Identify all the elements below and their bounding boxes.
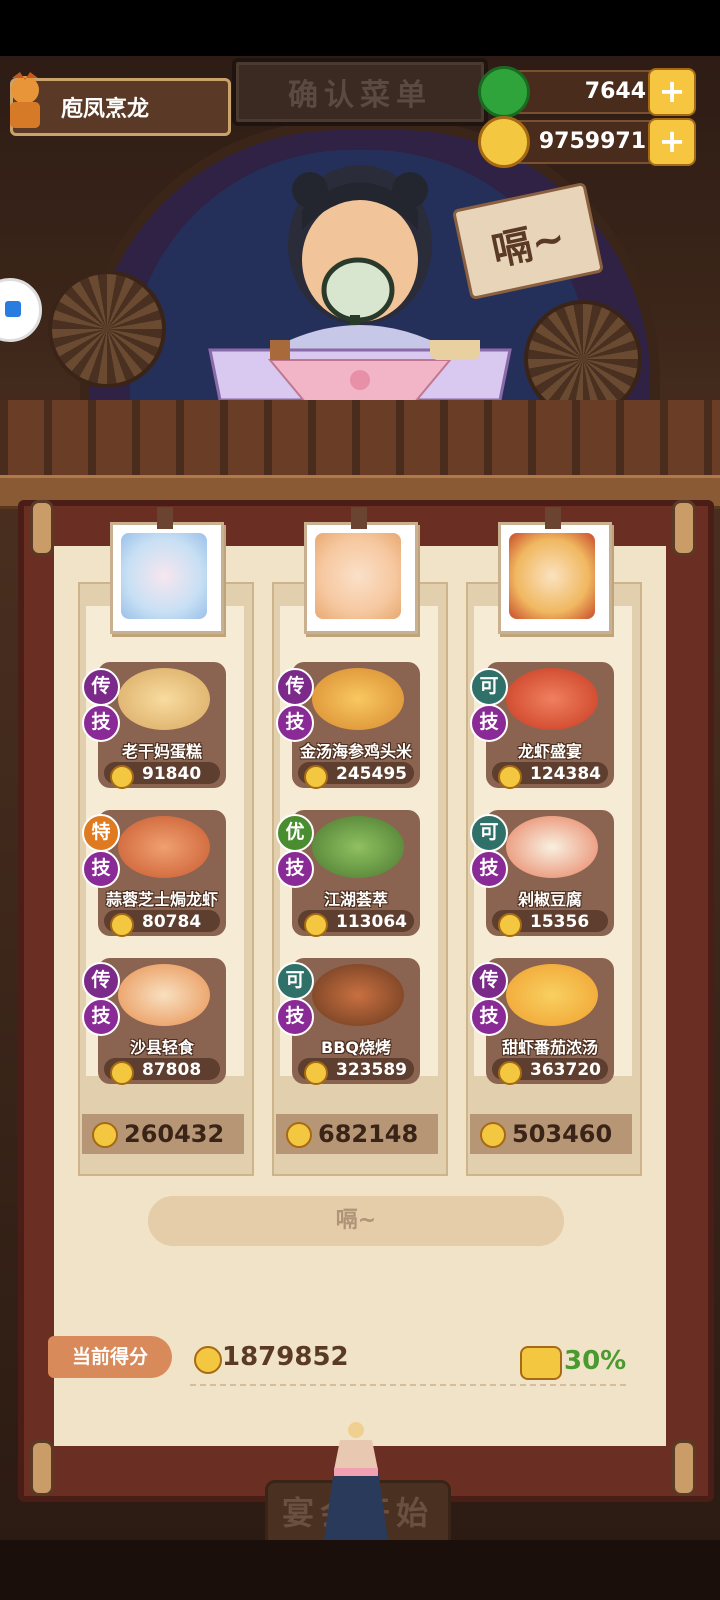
jade-counter: 7644 + bbox=[478, 66, 696, 118]
current-score-value: 1879852 bbox=[222, 1342, 349, 1372]
coin-icon bbox=[498, 765, 522, 789]
divider bbox=[190, 1384, 626, 1386]
skill-badge: 技 bbox=[470, 850, 508, 888]
grade-badge: 特 bbox=[82, 814, 120, 852]
dish-image bbox=[312, 816, 404, 878]
fan-decoration-left bbox=[48, 270, 166, 388]
skill-badge: 技 bbox=[470, 704, 508, 742]
skill-badge: 技 bbox=[82, 704, 120, 742]
coin-counter: 9759971 + bbox=[478, 116, 696, 168]
grade-badge: 可 bbox=[276, 962, 314, 1000]
coin-icon bbox=[110, 765, 134, 789]
grade-badge: 传 bbox=[470, 962, 508, 1000]
skill-badge: 技 bbox=[276, 998, 314, 1036]
player-name: 庖凤烹龙 bbox=[61, 97, 150, 122]
coin-icon bbox=[110, 913, 134, 937]
dish-image bbox=[118, 816, 210, 878]
scroll-pin bbox=[30, 500, 54, 556]
scroll-pin bbox=[672, 500, 696, 556]
chef-face bbox=[121, 533, 207, 619]
coin-icon bbox=[304, 765, 328, 789]
menu-icon bbox=[5, 301, 21, 317]
coin-icon bbox=[286, 1122, 312, 1148]
skill-badge: 技 bbox=[82, 998, 120, 1036]
grade-badge: 可 bbox=[470, 814, 508, 852]
side-menu-button[interactable] bbox=[0, 278, 42, 342]
column-total: 260432 bbox=[82, 1114, 244, 1154]
dish-image bbox=[506, 964, 598, 1026]
dish-image bbox=[312, 964, 404, 1026]
scroll-pin bbox=[672, 1440, 696, 1496]
coin-icon bbox=[92, 1122, 118, 1148]
chef-face bbox=[509, 533, 595, 619]
banquet-scene: 确认菜单 嗝~ 庖凤烹龙 7644 + 9759971 + 老干妈蛋糕 9184… bbox=[0, 0, 720, 1600]
menu-confirm-sign: 确认菜单 bbox=[232, 58, 488, 126]
scroll-pin bbox=[30, 1440, 54, 1496]
add-jade-button[interactable]: + bbox=[648, 68, 696, 116]
chef-portrait-3[interactable] bbox=[498, 507, 612, 634]
player-avatar-icon[interactable] bbox=[0, 70, 50, 132]
dish-image bbox=[118, 964, 210, 1026]
chef-portrait-2[interactable] bbox=[304, 507, 418, 634]
column-total: 682148 bbox=[276, 1114, 438, 1154]
coin-icon bbox=[194, 1346, 222, 1374]
grade-badge: 传 bbox=[82, 668, 120, 706]
dish-image bbox=[506, 668, 598, 730]
skill-badge: 技 bbox=[276, 850, 314, 888]
status-bar bbox=[0, 0, 720, 56]
current-score-label: 当前得分 bbox=[48, 1336, 172, 1378]
skill-badge: 技 bbox=[82, 850, 120, 888]
coin-icon bbox=[498, 913, 522, 937]
grade-badge: 传 bbox=[276, 668, 314, 706]
skill-badge: 技 bbox=[470, 998, 508, 1036]
bonus-pig-icon bbox=[520, 1346, 562, 1380]
coin-icon bbox=[498, 1061, 522, 1085]
grade-badge: 可 bbox=[470, 668, 508, 706]
skill-badge: 技 bbox=[276, 704, 314, 742]
jade-icon bbox=[478, 66, 530, 118]
dish-image bbox=[118, 668, 210, 730]
coin-icon bbox=[478, 116, 530, 168]
chef-portrait-1[interactable] bbox=[110, 507, 224, 634]
grade-badge: 传 bbox=[82, 962, 120, 1000]
dish-image bbox=[506, 816, 598, 878]
coin-icon bbox=[110, 1061, 134, 1085]
dish-image bbox=[312, 668, 404, 730]
coin-icon bbox=[480, 1122, 506, 1148]
coin-icon bbox=[304, 1061, 328, 1085]
column-total: 503460 bbox=[470, 1114, 632, 1154]
bottom-bar bbox=[0, 1540, 720, 1600]
grade-badge: 优 bbox=[276, 814, 314, 852]
chef-face bbox=[315, 533, 401, 619]
add-coins-button[interactable]: + bbox=[648, 118, 696, 166]
burp-button[interactable]: 嗝~ bbox=[148, 1196, 564, 1246]
bonus-percent: 30% bbox=[564, 1346, 627, 1376]
coin-icon bbox=[304, 913, 328, 937]
knot-ornament-icon bbox=[324, 1422, 388, 1540]
